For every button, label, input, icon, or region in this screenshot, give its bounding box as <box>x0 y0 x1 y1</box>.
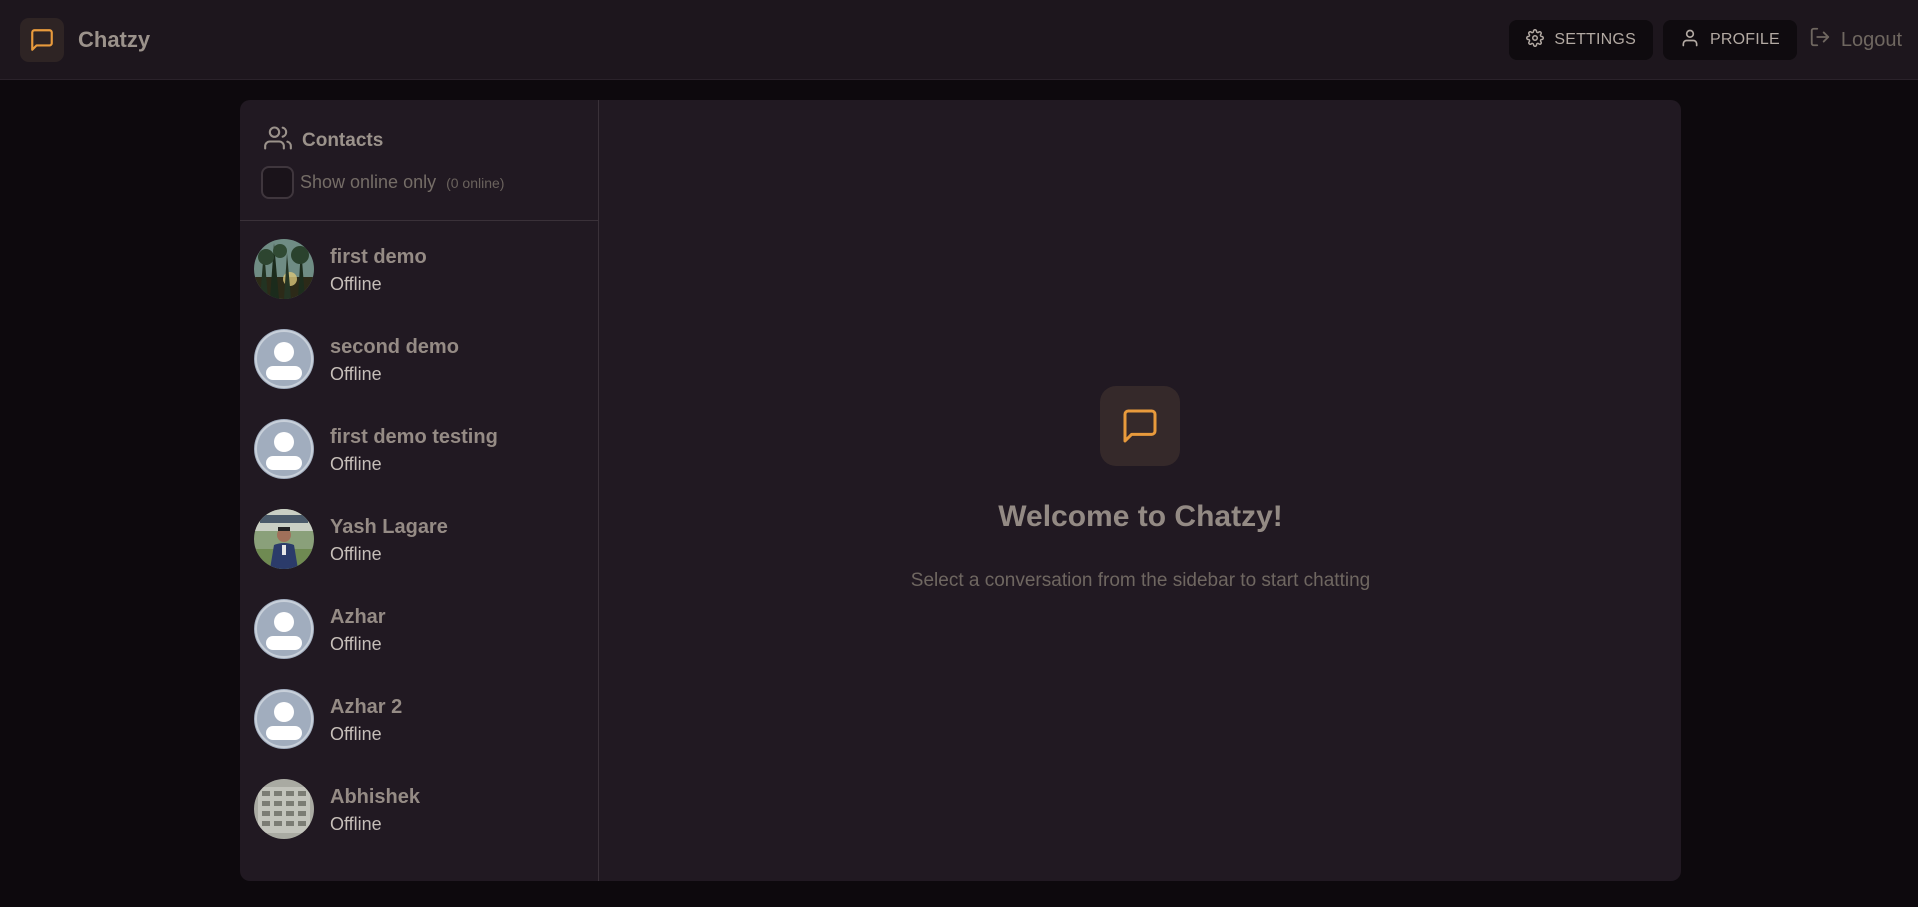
contact-item[interactable]: Abhishek Offline <box>240 762 598 852</box>
user-icon <box>1680 28 1700 53</box>
top-navbar: Chatzy SETTINGS PROFILE Logout <box>0 0 1918 80</box>
avatar <box>254 509 314 569</box>
welcome-subtitle: Select a conversation from the sidebar t… <box>910 570 1371 591</box>
default-avatar-icon <box>254 329 314 389</box>
contact-status: Offline <box>330 814 382 834</box>
welcome-title: Welcome to Chatzy! <box>998 500 1283 533</box>
default-avatar-icon <box>254 689 314 749</box>
show-online-label: Show online only <box>300 172 437 192</box>
contact-item[interactable]: first demo testing Offline <box>240 402 598 492</box>
contact-item[interactable]: first demo Offline <box>240 222 598 312</box>
contact-status: Offline <box>330 274 382 294</box>
users-icon <box>264 124 292 158</box>
avatar <box>254 779 314 839</box>
contact-item[interactable]: Azhar Offline <box>240 582 598 672</box>
avatar <box>254 239 314 299</box>
welcome-panel: Welcome to Chatzy! Select a conversation… <box>600 100 1681 881</box>
nav-actions: SETTINGS PROFILE Logout <box>1509 20 1902 60</box>
brand-home-link[interactable]: Chatzy <box>20 18 150 62</box>
contacts-heading: Contacts <box>264 124 383 158</box>
contact-name: second demo <box>330 336 459 358</box>
contact-status: Offline <box>330 364 382 384</box>
contact-status: Offline <box>330 724 382 744</box>
contact-status: Offline <box>330 634 382 654</box>
contact-name: Abhishek <box>330 786 421 808</box>
contact-name: Azhar 2 <box>330 696 403 718</box>
profile-label: PROFILE <box>1709 31 1780 48</box>
logout-button[interactable]: Logout <box>1807 20 1902 60</box>
settings-button[interactable]: SETTINGS <box>1509 20 1653 60</box>
contact-name: Yash Lagare <box>330 516 448 538</box>
show-online-toggle[interactable]: Show online only (0 online) <box>261 166 504 199</box>
default-avatar-icon <box>254 419 314 479</box>
chat-container: Contacts Show online only (0 online) fir… <box>240 100 1681 881</box>
contact-list: first demo Offline second demo Offline f… <box>240 222 598 852</box>
contacts-title: Contacts <box>302 130 384 151</box>
settings-label: SETTINGS <box>1554 31 1636 48</box>
logout-icon <box>1809 26 1831 54</box>
contact-status: Offline <box>330 454 382 474</box>
contacts-sidebar: Contacts Show online only (0 online) fir… <box>240 100 599 881</box>
app-name: Chatzy <box>78 27 151 52</box>
show-online-checkbox[interactable] <box>261 166 294 199</box>
online-count: (0 online) <box>446 174 505 191</box>
profile-button[interactable]: PROFILE <box>1662 20 1797 60</box>
logout-label: Logout <box>1840 28 1902 51</box>
welcome-chat-icon <box>1100 386 1180 466</box>
contact-item[interactable]: second demo Offline <box>240 312 598 402</box>
message-square-icon <box>20 18 64 62</box>
contact-status: Offline <box>330 544 382 564</box>
contact-item[interactable]: Yash Lagare Offline <box>240 492 598 582</box>
gear-icon <box>1526 28 1545 52</box>
contact-item[interactable]: Azhar 2 Offline <box>240 672 598 762</box>
default-avatar-icon <box>254 599 314 659</box>
contact-name: Azhar <box>330 606 386 628</box>
contact-name: first demo <box>330 246 427 268</box>
sidebar-header: Contacts Show online only (0 online) <box>240 100 598 221</box>
contact-name: first demo testing <box>330 426 498 448</box>
